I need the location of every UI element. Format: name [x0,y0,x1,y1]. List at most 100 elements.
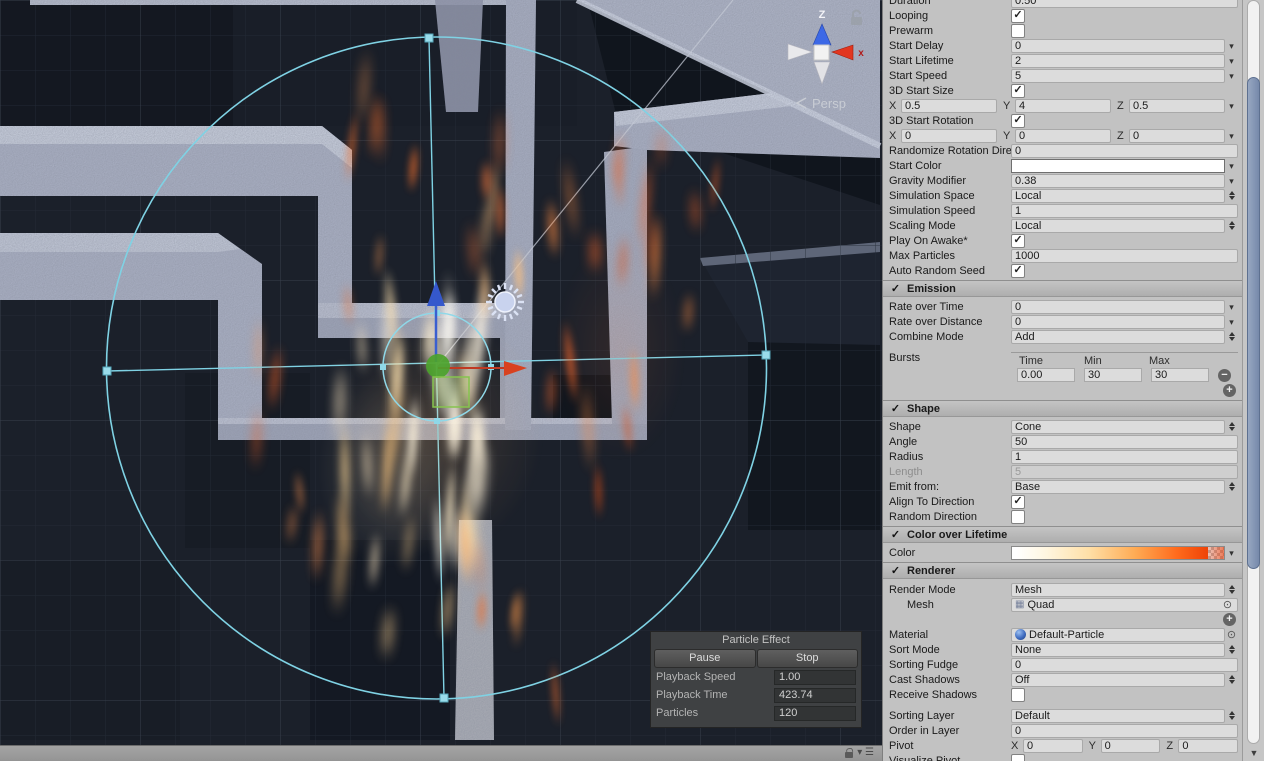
simulation-speed-label: Simulation Speed [889,204,976,217]
burst-time-field[interactable]: 0.00 [1017,368,1075,382]
gravity-modifier-field[interactable]: 0.38 [1011,173,1225,188]
pivot-x-field[interactable]: 0 [1023,738,1083,753]
enum-arrows-icon[interactable] [1225,711,1238,720]
dropdown-arrow-icon[interactable] [1225,301,1238,313]
lock-icon[interactable] [845,751,854,758]
dropdown-arrow-icon[interactable] [1225,175,1238,187]
scrollbar-down-arrow[interactable]: ▼ [1243,746,1264,761]
enum-arrows-icon[interactable] [1225,221,1238,230]
rate-over-distance-field[interactable]: 0 [1011,314,1225,329]
combine-mode-select[interactable]: Add [1011,329,1225,344]
module-enabled-checkbox[interactable]: ✓ [889,528,902,541]
emit-from-select[interactable]: Base [1011,479,1225,494]
dropdown-arrow-icon[interactable] [1225,100,1238,112]
start-lifetime-field[interactable]: 2 [1011,53,1225,68]
color-over-lifetime-header[interactable]: ✓ Color over Lifetime [883,526,1242,543]
scene-view[interactable]: Z x Persp Particle Effect Pause Stop Pla… [0,0,882,761]
simulation-space-select[interactable]: Local [1011,188,1225,203]
x-axis-arrow[interactable] [438,361,527,376]
angle-field[interactable]: 50 [1011,434,1238,449]
sorting-layer-select[interactable]: Default [1011,708,1225,723]
dropdown-arrow-icon[interactable] [1225,130,1238,142]
shape-select[interactable]: Cone [1011,419,1225,434]
dropdown-arrow-icon[interactable] [1225,316,1238,328]
order-in-layer-field[interactable]: 0 [1011,723,1238,738]
play-on-awake-checkbox[interactable]: ✓ [1011,233,1025,248]
scrollbar-thumb[interactable] [1247,77,1260,569]
simulation-speed-field[interactable]: 1 [1011,203,1238,218]
randomize-rotation-field[interactable]: 0 [1011,143,1238,158]
particle-emitter-gizmo[interactable] [426,354,470,408]
directional-light-icon[interactable] [486,283,524,321]
perspective-toggle[interactable]: Persp [795,96,846,111]
object-picker-icon[interactable]: ⊙ [1221,599,1234,611]
scaling-mode-select[interactable]: Local [1011,218,1225,233]
pivot-y-field[interactable]: 0 [1100,738,1161,753]
shape-module-header[interactable]: ✓ Shape [883,400,1242,417]
looping-checkbox[interactable]: ✓ [1011,8,1025,23]
auto-random-seed-checkbox[interactable]: ✓ [1011,263,1025,278]
prewarm-checkbox[interactable] [1011,23,1025,38]
receive-shadows-checkbox[interactable] [1011,687,1025,702]
start-size-y-field[interactable]: 4 [1015,98,1111,113]
enum-arrows-icon[interactable] [1225,675,1238,684]
y-axis-arrow[interactable] [427,281,445,362]
burst-max-field[interactable]: 30 [1151,368,1209,382]
enum-arrows-icon[interactable] [1225,645,1238,654]
playback-time-field[interactable]: 423.74 [774,687,856,703]
sorting-fudge-field[interactable]: 0 [1011,657,1238,672]
particles-count-field[interactable]: 120 [774,705,856,721]
start-size-x-field[interactable]: 0.5 [901,98,997,113]
start-size-z-field[interactable]: 0.5 [1129,98,1225,113]
dropdown-arrow-icon[interactable] [1225,40,1238,52]
inspector-scrollbar[interactable]: ▼ [1242,0,1264,761]
dropdown-arrow-icon[interactable] [1225,160,1238,172]
enum-arrows-icon[interactable] [1225,191,1238,200]
start-delay-field[interactable]: 0 [1011,38,1225,53]
dropdown-arrow-icon[interactable] [1225,547,1238,559]
start-size-3d-checkbox[interactable]: ✓ [1011,83,1025,98]
object-picker-icon[interactable]: ⊙ [1225,628,1238,641]
enum-arrows-icon[interactable] [1225,585,1238,594]
start-speed-field[interactable]: 5 [1011,68,1225,83]
pause-button[interactable]: Pause [654,649,756,668]
enum-arrows-icon[interactable] [1225,482,1238,491]
render-mode-select[interactable]: Mesh [1011,582,1225,597]
module-enabled-checkbox[interactable]: ✓ [889,282,902,295]
burst-min-field[interactable]: 30 [1084,368,1142,382]
visualize-pivot-checkbox[interactable] [1011,753,1025,761]
simulation-space-label: Simulation Space [889,189,975,202]
duration-field[interactable]: 0.50 [1011,0,1238,8]
add-mesh-button[interactable]: + [1223,613,1236,626]
sort-mode-select[interactable]: None [1011,642,1225,657]
cast-shadows-select[interactable]: Off [1011,672,1225,687]
align-to-direction-checkbox[interactable]: ✓ [1011,494,1025,509]
dropdown-arrow-icon[interactable] [1225,70,1238,82]
color-gradient-field[interactable] [1011,545,1225,560]
rate-over-time-field[interactable]: 0 [1011,299,1225,314]
dropdown-arrow-icon[interactable] [1225,55,1238,67]
scene-lock-icon[interactable] [851,9,862,26]
remove-burst-button[interactable]: − [1218,368,1231,382]
max-particles-field[interactable]: 1000 [1011,248,1238,263]
pivot-z-field[interactable]: 0 [1178,738,1239,753]
random-direction-checkbox[interactable] [1011,509,1025,524]
start-rotation-y-field[interactable]: 0 [1015,128,1111,143]
start-rotation-x-field[interactable]: 0 [901,128,997,143]
radius-field[interactable]: 1 [1011,449,1238,464]
enum-arrows-icon[interactable] [1225,332,1238,341]
start-rotation-z-field[interactable]: 0 [1129,128,1225,143]
playback-speed-field[interactable]: 1.00 [774,669,856,685]
module-enabled-checkbox[interactable]: ✓ [889,564,902,577]
start-color-swatch[interactable] [1011,158,1225,173]
mesh-object-field[interactable]: ▦ Quad ⊙ [1011,597,1238,612]
emission-module-header[interactable]: ✓ Emission [883,280,1242,297]
panel-menu-icon[interactable]: ▾ ☰ [857,747,874,758]
module-enabled-checkbox[interactable]: ✓ [889,402,902,415]
material-object-field[interactable]: Default-Particle [1011,627,1225,642]
renderer-module-header[interactable]: ✓ Renderer [883,562,1242,579]
add-burst-button[interactable]: + [1223,384,1236,397]
start-rotation-3d-checkbox[interactable]: ✓ [1011,113,1025,128]
stop-button[interactable]: Stop [756,649,858,668]
enum-arrows-icon[interactable] [1225,422,1238,431]
